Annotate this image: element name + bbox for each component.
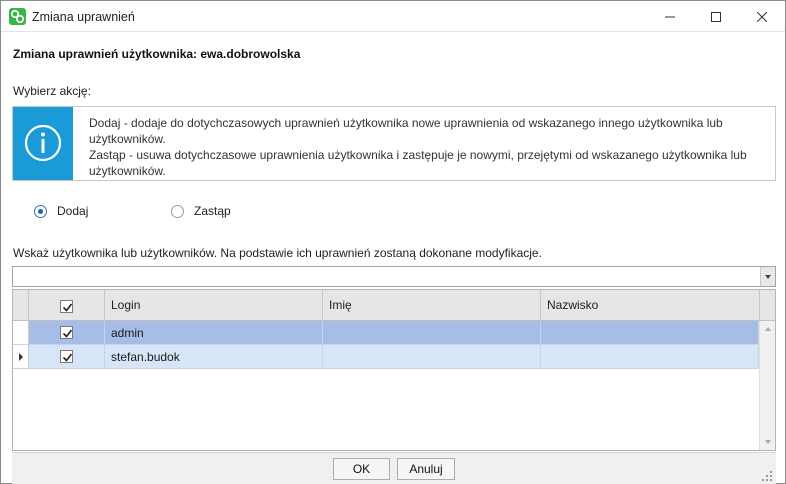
- choose-action-label: Wybierz akcję:: [13, 84, 91, 98]
- select-all-header: [29, 290, 105, 320]
- scroll-up-icon[interactable]: [765, 327, 771, 331]
- grid-vertical-scrollbar[interactable]: [759, 321, 775, 450]
- radio-replace-indicator[interactable]: [171, 204, 184, 218]
- cell-first-name[interactable]: [323, 345, 541, 369]
- row-indicator[interactable]: [13, 345, 29, 369]
- cell-login[interactable]: admin: [105, 321, 323, 345]
- checkmark-icon: [62, 303, 73, 312]
- info-panel: Dodaj - dodaje do dotychczasowych uprawn…: [12, 106, 776, 181]
- radio-add-indicator[interactable]: [34, 204, 47, 218]
- row-select-cell: [29, 345, 105, 369]
- column-login-header[interactable]: Login: [105, 290, 323, 320]
- maximize-button[interactable]: [693, 1, 739, 32]
- select-all-checkbox[interactable]: [60, 300, 73, 313]
- minimize-button[interactable]: [647, 1, 693, 32]
- checkmark-icon: [62, 353, 73, 362]
- ok-button[interactable]: OK: [333, 458, 390, 480]
- header-corner: [759, 290, 775, 321]
- grid-header: Login Imię Nazwisko: [13, 290, 759, 321]
- info-text: Dodaj - dodaje do dotychczasowych uprawn…: [89, 115, 769, 179]
- close-button[interactable]: [739, 1, 785, 32]
- row-indicator[interactable]: [13, 321, 29, 345]
- row-indicator-header: [13, 290, 29, 320]
- radio-replace[interactable]: Zastąp: [171, 204, 231, 218]
- row-select-cell: [29, 321, 105, 345]
- dropdown-arrow-icon[interactable]: [760, 267, 775, 286]
- resize-grip-icon[interactable]: [762, 471, 772, 481]
- table-row[interactable]: stefan.budok: [13, 345, 759, 369]
- users-grid: Login Imię Nazwisko admin stefan.budok: [12, 289, 776, 451]
- info-replace-description: Zastąp - usuwa dotychczasowe uprawnienia…: [89, 148, 747, 178]
- info-add-description: Dodaj - dodaje do dotychczasowych uprawn…: [89, 116, 723, 146]
- row-checkbox[interactable]: [60, 350, 73, 363]
- window-title: Zmiana uprawnień: [32, 10, 135, 24]
- close-icon: [757, 11, 767, 22]
- info-icon-block: [13, 107, 73, 180]
- cell-last-name[interactable]: [541, 345, 759, 369]
- dialog-window: Zmiana uprawnień Zmiana uprawnień użytko…: [0, 0, 786, 484]
- user-search-combo[interactable]: [12, 266, 776, 287]
- dialog-heading: Zmiana uprawnień użytkownika: ewa.dobrow…: [13, 47, 301, 61]
- column-last-name-header[interactable]: Nazwisko: [541, 290, 759, 320]
- row-checkbox[interactable]: [60, 326, 73, 339]
- radio-add-label[interactable]: Dodaj: [57, 204, 88, 218]
- column-first-name-header[interactable]: Imię: [323, 290, 541, 320]
- maximize-icon: [711, 11, 721, 22]
- dialog-footer: OK Anuluj: [12, 452, 776, 484]
- cell-login[interactable]: stefan.budok: [105, 345, 323, 369]
- cell-last-name[interactable]: [541, 321, 759, 345]
- user-selection-hint: Wskaż użytkownika lub użytkowników. Na p…: [13, 246, 542, 260]
- checkmark-icon: [62, 329, 73, 338]
- chain-link-icon: [9, 8, 26, 25]
- radio-add[interactable]: Dodaj: [34, 204, 88, 218]
- current-row-arrow-icon: [19, 353, 23, 361]
- info-icon: [24, 124, 62, 162]
- scroll-down-icon[interactable]: [765, 440, 771, 444]
- table-row[interactable]: admin: [13, 321, 759, 345]
- cell-first-name[interactable]: [323, 321, 541, 345]
- minimize-icon: [665, 16, 675, 17]
- cancel-button[interactable]: Anuluj: [397, 458, 455, 480]
- radio-replace-label[interactable]: Zastąp: [194, 204, 231, 218]
- title-bar[interactable]: Zmiana uprawnień: [1, 1, 785, 32]
